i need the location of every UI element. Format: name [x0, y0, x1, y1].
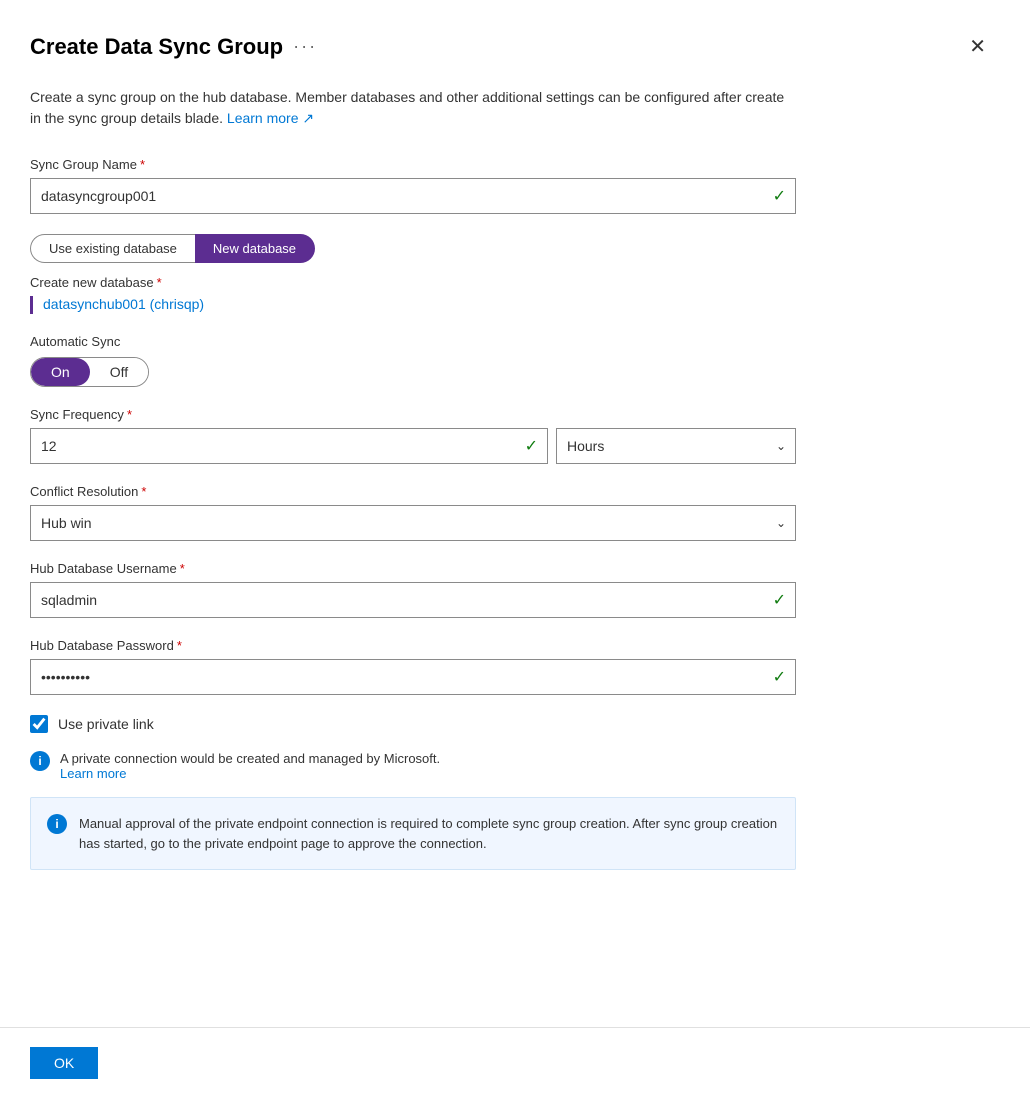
sync-group-name-input[interactable] — [30, 178, 796, 214]
sync-frequency-input[interactable] — [30, 428, 548, 464]
hub-db-password-wrapper: ✓ — [30, 659, 796, 695]
private-link-info-text: A private connection would be created an… — [60, 751, 440, 781]
hub-db-username-check-icon: ✓ — [773, 590, 786, 610]
sync-frequency-input-wrapper: ✓ — [30, 428, 548, 464]
external-link-icon: ↗ — [302, 110, 314, 126]
hub-db-password-check-icon: ✓ — [773, 667, 786, 687]
ok-button[interactable]: OK — [30, 1047, 98, 1079]
hub-db-password-input[interactable] — [30, 659, 796, 695]
sync-frequency-field: Sync Frequency * ✓ Hours Minutes Days ⌄ — [30, 407, 990, 464]
sync-frequency-unit-wrapper: Hours Minutes Days ⌄ — [556, 428, 796, 464]
sync-group-name-wrapper: ✓ — [30, 178, 796, 214]
learn-more-link-header[interactable]: Learn more ↗ — [227, 110, 314, 126]
sync-group-name-field: Sync Group Name * ✓ — [30, 157, 990, 214]
close-icon: ✕ — [969, 34, 986, 59]
panel-title: Create Data Sync Group — [30, 34, 283, 60]
create-new-db-value: datasynchub001 (chrisqp) — [43, 296, 204, 312]
panel-header: Create Data Sync Group ··· ✕ — [30, 30, 990, 63]
private-link-info-icon: i — [30, 751, 50, 771]
sync-group-name-label: Sync Group Name * — [30, 157, 990, 172]
automatic-sync-field: Automatic Sync On Off — [30, 334, 990, 387]
panel-title-row: Create Data Sync Group ··· — [30, 34, 317, 60]
create-new-db-field: Create new database * datasynchub001 (ch… — [30, 275, 990, 314]
sync-frequency-label: Sync Frequency * — [30, 407, 990, 422]
sync-frequency-row: ✓ Hours Minutes Days ⌄ — [30, 428, 796, 464]
conflict-resolution-wrapper: Hub win Member win ⌄ — [30, 505, 796, 541]
close-button[interactable]: ✕ — [965, 30, 990, 63]
automatic-sync-toggle: On Off — [30, 357, 149, 387]
use-existing-database-tab[interactable]: Use existing database — [30, 234, 195, 263]
conflict-resolution-field: Conflict Resolution * Hub win Member win… — [30, 484, 990, 541]
sync-frequency-check-icon: ✓ — [525, 436, 538, 456]
description-main: Create a sync group on the hub database.… — [30, 89, 784, 126]
use-private-link-row: Use private link — [30, 715, 990, 733]
automatic-sync-label: Automatic Sync — [30, 334, 990, 349]
hub-db-username-label: Hub Database Username * — [30, 561, 990, 576]
learn-more-link-private[interactable]: Learn more — [60, 766, 126, 781]
hub-db-username-field: Hub Database Username * ✓ — [30, 561, 990, 618]
create-new-db-label: Create new database * — [30, 275, 990, 290]
private-link-info-row: i A private connection would be created … — [30, 751, 990, 781]
conflict-resolution-select[interactable]: Hub win Member win — [30, 505, 796, 541]
hub-db-username-wrapper: ✓ — [30, 582, 796, 618]
manual-approval-info-icon: i — [47, 814, 67, 834]
automatic-sync-on-button[interactable]: On — [31, 358, 90, 386]
description-text: Create a sync group on the hub database.… — [30, 87, 790, 129]
hub-db-password-label: Hub Database Password * — [30, 638, 990, 653]
create-new-db-value-wrapper: datasynchub001 (chrisqp) — [30, 296, 990, 314]
database-tab-group: Use existing database New database — [30, 234, 990, 263]
conflict-resolution-label: Conflict Resolution * — [30, 484, 990, 499]
sync-group-name-check-icon: ✓ — [773, 186, 786, 206]
panel: Create Data Sync Group ··· ✕ Create a sy… — [0, 0, 1030, 1097]
hub-db-username-input[interactable] — [30, 582, 796, 618]
automatic-sync-off-button[interactable]: Off — [90, 358, 148, 386]
sync-frequency-unit-select[interactable]: Hours Minutes Days — [556, 428, 796, 464]
manual-approval-info-text: Manual approval of the private endpoint … — [79, 814, 779, 853]
more-options-icon[interactable]: ··· — [293, 36, 317, 57]
use-private-link-label: Use private link — [58, 716, 154, 732]
manual-approval-info-box: i Manual approval of the private endpoin… — [30, 797, 796, 870]
new-database-tab[interactable]: New database — [195, 234, 315, 263]
hub-db-password-field: Hub Database Password * ✓ — [30, 638, 990, 695]
use-private-link-checkbox[interactable] — [30, 715, 48, 733]
panel-footer: OK — [0, 1027, 1030, 1097]
